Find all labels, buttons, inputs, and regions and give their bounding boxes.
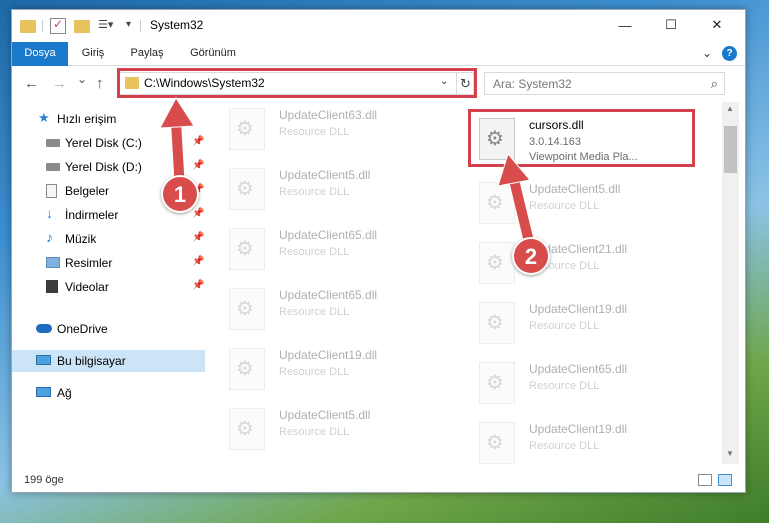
callout-2: 2 — [512, 237, 550, 275]
callout-1: 1 — [161, 175, 199, 213]
arrow-2 — [497, 152, 535, 251]
annotation-arrows — [159, 97, 535, 251]
